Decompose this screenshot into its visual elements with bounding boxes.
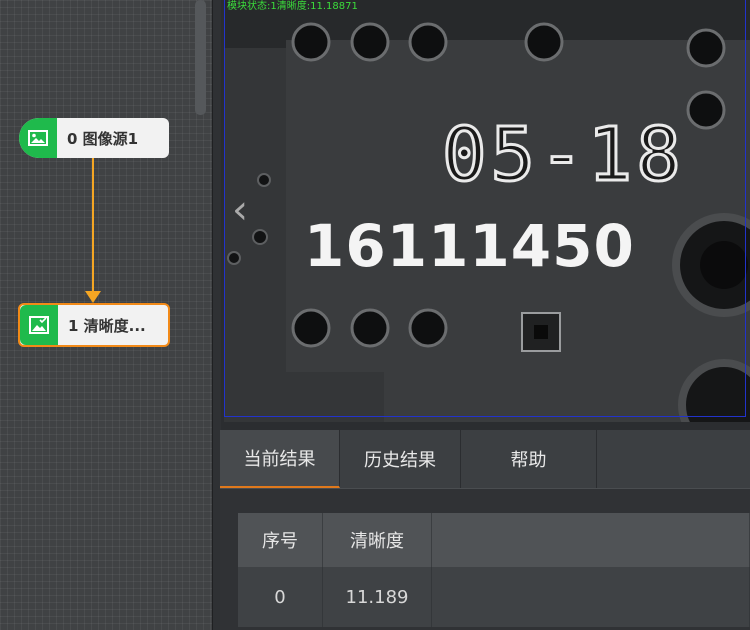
- connector-arrowhead: [85, 291, 101, 303]
- cell-sharpness: 11.189: [322, 567, 432, 627]
- column-header-sharpness[interactable]: 清晰度: [322, 513, 432, 567]
- node-label: 1 清晰度...: [68, 316, 146, 335]
- table-header-row: 序号 清晰度: [238, 513, 750, 567]
- results-panel: 序号 清晰度 0 11.189: [220, 489, 750, 630]
- tab-current-results[interactable]: 当前结果: [220, 430, 340, 488]
- image-check-icon: [20, 305, 58, 345]
- tab-help[interactable]: 帮助: [461, 430, 597, 488]
- pcb-marking-line2: 16111450: [304, 212, 635, 280]
- result-tabs: 当前结果 历史结果 帮助: [220, 430, 750, 489]
- column-header-empty: [431, 513, 750, 567]
- image-viewer[interactable]: 模块状态:1清晰度:11.18871 ‹ 05-18 16111450: [224, 0, 750, 422]
- node-label: 0 图像源1: [67, 129, 139, 148]
- flow-scrollbar[interactable]: [195, 0, 206, 115]
- chevron-left-icon[interactable]: ‹: [232, 190, 248, 230]
- cell-empty: [431, 567, 750, 627]
- tab-history-results[interactable]: 历史结果: [340, 430, 461, 488]
- flow-node-image-source[interactable]: 0 图像源1: [19, 118, 169, 158]
- results-table: 序号 清晰度 0 11.189: [238, 513, 750, 627]
- viewer-status-text: 模块状态:1清晰度:11.18871: [227, 1, 358, 12]
- flow-node-sharpness[interactable]: 1 清晰度...: [18, 303, 170, 347]
- cell-index: 0: [238, 567, 323, 627]
- column-header-index[interactable]: 序号: [238, 513, 323, 567]
- roi-frame: [224, 0, 746, 417]
- flow-canvas[interactable]: 0 图像源1 1 清晰度...: [0, 0, 212, 630]
- table-row[interactable]: 0 11.189: [238, 567, 750, 627]
- image-icon: [19, 118, 57, 158]
- pcb-marking-line1: 05-18: [441, 111, 685, 200]
